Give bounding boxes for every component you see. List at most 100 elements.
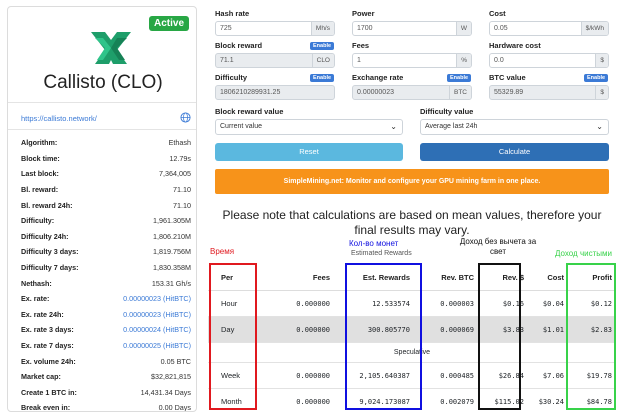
stat-value: 1,961.305M (153, 216, 191, 226)
difficulty-value-select[interactable]: Average last 24h ⌄ (420, 119, 609, 135)
annotation-box-net (566, 263, 616, 410)
exchange-rate-input[interactable]: 0.00000023 BTC (352, 85, 472, 100)
power-label: Power (352, 9, 375, 18)
stat-row: Block time: 12.79s (21, 151, 191, 167)
stat-value[interactable]: 0.00000024 (HitBTC) (123, 325, 191, 334)
cost-label: Cost (489, 9, 506, 18)
stat-label: Break even in: (21, 403, 71, 412)
stat-label: Market cap: (21, 372, 61, 382)
stat-value: 1,806.210M (153, 231, 191, 241)
globe-icon[interactable] (180, 112, 191, 123)
table-cell: 0.000000 (296, 397, 330, 406)
table-cell: 0.000000 (296, 299, 330, 308)
stat-row: Ex. rate: 0.00000023 (HitBTC) (21, 291, 191, 307)
annotation-time: Время (210, 247, 235, 256)
stat-row: Bl. reward 24h: 71.10 (21, 197, 191, 213)
calculate-button[interactable]: Calculate (420, 143, 609, 161)
stat-value: 14,431.34 Days (140, 387, 191, 397)
stat-value[interactable]: 0.00000023 (HitBTC) (123, 310, 191, 319)
stat-label: Ex. rate 7 days: (21, 341, 74, 351)
hash-rate-label: Hash rate (215, 9, 250, 18)
exchange-rate-enable-button[interactable]: Enable (447, 74, 472, 82)
stat-value: 71.10 (173, 200, 191, 210)
stat-value[interactable]: 0.00000023 (HitBTC) (123, 294, 191, 303)
stat-value[interactable]: 0.00000025 (HitBTC) (123, 341, 191, 350)
website-link[interactable]: https://callisto.network/ (21, 114, 97, 123)
hardware-cost-label: Hardware cost (489, 41, 541, 50)
coin-card: Active Callisto (CLO) https://callisto.n… (7, 6, 197, 412)
divider (8, 129, 196, 130)
stat-value: $32,821,815 (151, 372, 191, 382)
stat-label: Ex. rate 3 days: (21, 325, 74, 335)
stat-row: Algorithm: Ethash (21, 135, 191, 151)
coin-stats-list: Algorithm: Ethash Block time: 12.79s Last bl… (21, 135, 191, 412)
stat-label: Difficulty 3 days: (21, 247, 79, 257)
stat-row: Difficulty 24h: 1,806.210M (21, 229, 191, 245)
hardware-cost-input[interactable]: 0.0 $ (489, 53, 609, 68)
fees-input[interactable]: 1% (352, 53, 472, 68)
table-cell: $30.24 (538, 397, 564, 406)
stat-value: 0.05 BTC (160, 356, 191, 366)
cost-input[interactable]: 0.05 $/kWh (489, 21, 609, 36)
disclaimer-note: Please note that calculations are based … (222, 208, 602, 237)
reset-button[interactable]: Reset (215, 143, 403, 161)
stat-label: Algorithm: (21, 138, 58, 148)
exchange-rate-label: Exchange rate (352, 73, 404, 82)
annotation-net: Доход чистыми (555, 249, 612, 258)
stat-row: Market cap: $32,821,815 (21, 369, 191, 385)
btc-value-enable-button[interactable]: Enable (584, 74, 609, 82)
stat-label: Nethash: (21, 278, 52, 288)
stat-row: Create 1 BTC in: 14,431.34 Days (21, 385, 191, 401)
power-input[interactable]: 1700 W (352, 21, 472, 36)
callisto-logo-icon (91, 32, 131, 64)
annotation-income: Доход без вычета за свет (459, 237, 537, 256)
hash-rate-input[interactable]: 725 Mh/s (215, 21, 335, 36)
stat-value: 1,830.358M (153, 263, 191, 273)
table-cell: 0.000000 (296, 325, 330, 334)
coin-title: Callisto (CLO) (43, 72, 163, 93)
btc-value-label: BTC value (489, 73, 526, 82)
annotation-box-coins (345, 263, 422, 410)
block-reward-enable-button[interactable]: Enable (310, 42, 335, 50)
block-reward-value-select[interactable]: Current value ⌄ (215, 119, 403, 135)
stat-row: Ex. volume 24h: 0.05 BTC (21, 353, 191, 369)
btc-value-input[interactable]: 55329.89 $ (489, 85, 609, 100)
annotation-box-time (209, 263, 257, 410)
block-reward-label: Block reward (215, 41, 263, 50)
stat-value: 7,364,005 (159, 169, 191, 179)
stat-label: Ex. rate 24h: (21, 309, 64, 319)
block-reward-input[interactable]: 71.1 CLO (215, 53, 335, 68)
table-cell: $7.06 (542, 371, 564, 380)
stat-label: Last block: (21, 169, 59, 179)
stat-value: 0.00 Days (158, 403, 191, 412)
stat-value: Ethash (168, 138, 191, 148)
block-reward-value-label: Block reward value (215, 107, 284, 116)
difficulty-value-label: Difficulty value (420, 107, 474, 116)
stat-value: 153.31 Gh/s (151, 278, 191, 288)
stat-row: Difficulty: 1,961.305M (21, 213, 191, 229)
divider (8, 102, 196, 103)
difficulty-input[interactable]: 1806210289931.25 (215, 85, 335, 100)
stat-label: Ex. volume 24h: (21, 356, 76, 366)
stat-label: Difficulty 7 days: (21, 263, 79, 273)
estimated-rewards-caption: Estimated Rewards (351, 250, 412, 257)
chevron-down-icon: ⌄ (390, 122, 397, 131)
stat-row: Difficulty 7 days: 1,830.358M (21, 260, 191, 276)
stat-label: Bl. reward 24h: (21, 200, 73, 210)
stat-label: Block time: (21, 153, 60, 163)
stat-row: Difficulty 3 days: 1,819.756M (21, 244, 191, 260)
stat-row: Bl. reward: 71.10 (21, 182, 191, 198)
stat-label: Difficulty: (21, 216, 55, 226)
chevron-down-icon: ⌄ (596, 122, 603, 131)
stat-label: Bl. reward: (21, 185, 59, 195)
difficulty-enable-button[interactable]: Enable (310, 74, 335, 82)
table-cell: $1.01 (542, 325, 564, 334)
status-badge: Active (148, 16, 189, 31)
stat-row: Ex. rate 24h: 0.00000023 (HitBTC) (21, 307, 191, 323)
annotation-box-income (478, 263, 521, 410)
column-header: Fees (312, 273, 330, 282)
fees-label: Fees (352, 41, 370, 50)
promo-banner[interactable]: SimpleMining.net: Monitor and configure … (215, 169, 609, 194)
table-cell: $0.04 (542, 299, 564, 308)
stat-label: Difficulty 24h: (21, 231, 69, 241)
